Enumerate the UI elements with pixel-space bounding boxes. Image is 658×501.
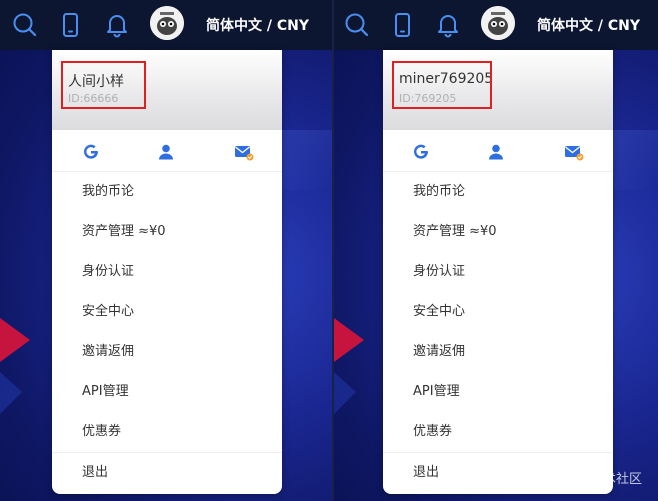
language-currency-selector[interactable]: 简体中文 / CNY — [537, 15, 640, 35]
menu-item-identity[interactable]: 身份认证 — [383, 252, 613, 292]
user-dropdown-menu: 人间小样 ID:66666 我的币论 资产管理 ≈¥0 身份认证 安全中心 邀请… — [52, 50, 282, 494]
avatar[interactable] — [150, 6, 184, 40]
background-red-triangle — [0, 318, 30, 362]
search-icon[interactable] — [12, 12, 38, 38]
menu-item-security[interactable]: 安全中心 — [383, 292, 613, 332]
highlight-box — [61, 61, 146, 109]
binding-icons-row — [52, 130, 282, 172]
menu-item-security[interactable]: 安全中心 — [52, 292, 282, 332]
menu-item-api[interactable]: API管理 — [383, 372, 613, 412]
user-icon[interactable] — [487, 143, 505, 161]
menu-item-api[interactable]: API管理 — [52, 372, 282, 412]
menu-item-referral[interactable]: 邀请返佣 — [383, 332, 613, 372]
menu-item-identity[interactable]: 身份认证 — [52, 252, 282, 292]
top-bar: 简体中文 / CNY — [334, 0, 658, 50]
menu-item-coupons[interactable]: 优惠券 — [383, 412, 613, 452]
user-info-header: miner769205 ID:769205 — [383, 50, 613, 130]
search-icon[interactable] — [344, 12, 370, 38]
menu-item-coupons[interactable]: 优惠券 — [52, 412, 282, 452]
right-screenshot-panel: 简体中文 / CNY miner769205 ID:769205 我的币论 资产… — [334, 0, 658, 501]
bell-icon[interactable] — [104, 12, 130, 38]
google-icon[interactable] — [82, 143, 100, 161]
phone-icon[interactable] — [390, 12, 416, 38]
menu-item-assets[interactable]: 资产管理 ≈¥0 — [383, 212, 613, 252]
language-currency-selector[interactable]: 简体中文 / CNY — [206, 15, 309, 35]
user-info-header: 人间小样 ID:66666 — [52, 50, 282, 130]
background-blue-triangle — [0, 372, 22, 414]
mail-icon[interactable] — [564, 143, 584, 161]
logout-button[interactable]: 退出 — [52, 452, 282, 492]
left-screenshot-panel: 简体中文 / CNY 人间小样 ID:66666 我的币论 资产管理 ≈¥0 身… — [0, 0, 332, 501]
menu-item-my-posts[interactable]: 我的币论 — [52, 172, 282, 212]
menu-item-assets[interactable]: 资产管理 ≈¥0 — [52, 212, 282, 252]
top-bar: 简体中文 / CNY — [0, 0, 332, 50]
watermark: @稀土掘金技术社区 — [524, 472, 642, 487]
user-dropdown-menu: miner769205 ID:769205 我的币论 资产管理 ≈¥0 身份认证… — [383, 50, 613, 494]
background-blue-triangle — [334, 372, 356, 414]
menu-item-my-posts[interactable]: 我的币论 — [383, 172, 613, 212]
phone-icon[interactable] — [58, 12, 84, 38]
highlight-box — [392, 61, 492, 109]
avatar[interactable] — [481, 6, 515, 40]
binding-icons-row — [383, 130, 613, 172]
menu-item-referral[interactable]: 邀请返佣 — [52, 332, 282, 372]
bell-icon[interactable] — [435, 12, 461, 38]
mail-icon[interactable] — [234, 143, 254, 161]
google-icon[interactable] — [412, 143, 430, 161]
user-icon[interactable] — [157, 143, 175, 161]
background-red-triangle — [334, 318, 364, 362]
